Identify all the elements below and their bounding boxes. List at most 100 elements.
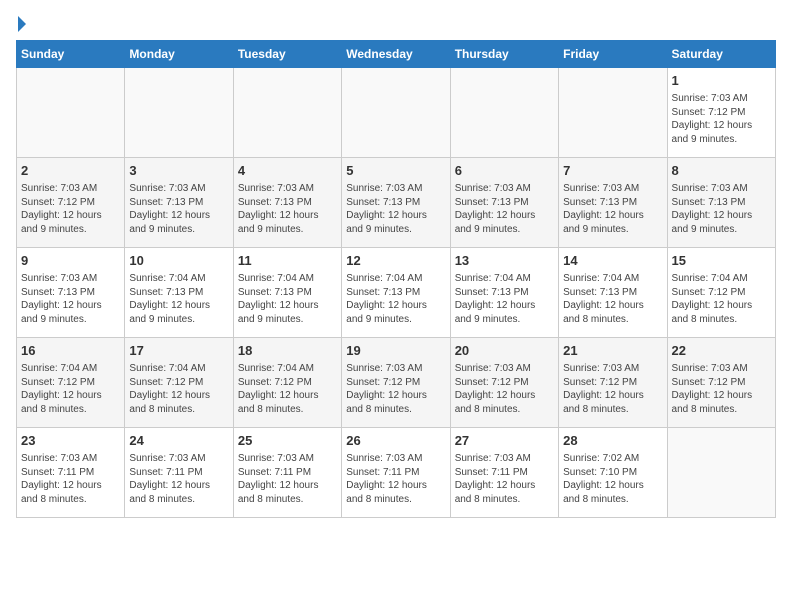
calendar-cell: 26 Sunrise: 7:03 AM Sunset: 7:11 PM Dayli… bbox=[342, 428, 450, 518]
calendar-cell: 23 Sunrise: 7:03 AM Sunset: 7:11 PM Dayli… bbox=[17, 428, 125, 518]
logo bbox=[16, 16, 26, 32]
day-number: 16 bbox=[21, 342, 120, 360]
calendar-cell: 6 Sunrise: 7:03 AM Sunset: 7:13 PM Daylig… bbox=[450, 158, 558, 248]
day-info: Sunrise: 7:04 AM Sunset: 7:13 PM Dayligh… bbox=[563, 272, 662, 326]
day-number: 6 bbox=[455, 162, 554, 180]
calendar-table: SundayMondayTuesdayWednesdayThursdayFrid… bbox=[16, 40, 776, 518]
logo-arrow-icon bbox=[18, 16, 26, 32]
day-number: 23 bbox=[21, 432, 120, 450]
day-info: Sunrise: 7:03 AM Sunset: 7:12 PM Dayligh… bbox=[672, 362, 771, 416]
calendar-cell: 2 Sunrise: 7:03 AM Sunset: 7:12 PM Daylig… bbox=[17, 158, 125, 248]
day-number: 5 bbox=[346, 162, 445, 180]
day-number: 18 bbox=[238, 342, 337, 360]
calendar-week-row: 23 Sunrise: 7:03 AM Sunset: 7:11 PM Dayli… bbox=[17, 428, 776, 518]
day-info: Sunrise: 7:04 AM Sunset: 7:13 PM Dayligh… bbox=[455, 272, 554, 326]
day-info: Sunrise: 7:03 AM Sunset: 7:13 PM Dayligh… bbox=[455, 182, 554, 236]
calendar-cell: 15 Sunrise: 7:04 AM Sunset: 7:12 PM Dayli… bbox=[667, 248, 775, 338]
calendar-cell bbox=[559, 68, 667, 158]
calendar-cell: 4 Sunrise: 7:03 AM Sunset: 7:13 PM Daylig… bbox=[233, 158, 341, 248]
day-info: Sunrise: 7:03 AM Sunset: 7:11 PM Dayligh… bbox=[129, 452, 228, 506]
day-info: Sunrise: 7:03 AM Sunset: 7:13 PM Dayligh… bbox=[672, 182, 771, 236]
day-number: 8 bbox=[672, 162, 771, 180]
calendar-cell bbox=[667, 428, 775, 518]
calendar-week-row: 2 Sunrise: 7:03 AM Sunset: 7:12 PM Daylig… bbox=[17, 158, 776, 248]
calendar-cell: 9 Sunrise: 7:03 AM Sunset: 7:13 PM Daylig… bbox=[17, 248, 125, 338]
calendar-header-row: SundayMondayTuesdayWednesdayThursdayFrid… bbox=[17, 41, 776, 68]
day-number: 15 bbox=[672, 252, 771, 270]
day-info: Sunrise: 7:03 AM Sunset: 7:12 PM Dayligh… bbox=[672, 92, 771, 146]
day-info: Sunrise: 7:04 AM Sunset: 7:13 PM Dayligh… bbox=[346, 272, 445, 326]
calendar-cell: 19 Sunrise: 7:03 AM Sunset: 7:12 PM Dayli… bbox=[342, 338, 450, 428]
day-number: 4 bbox=[238, 162, 337, 180]
header-monday: Monday bbox=[125, 41, 233, 68]
day-number: 25 bbox=[238, 432, 337, 450]
calendar-cell: 8 Sunrise: 7:03 AM Sunset: 7:13 PM Daylig… bbox=[667, 158, 775, 248]
day-number: 22 bbox=[672, 342, 771, 360]
calendar-cell bbox=[17, 68, 125, 158]
day-number: 10 bbox=[129, 252, 228, 270]
day-info: Sunrise: 7:04 AM Sunset: 7:12 PM Dayligh… bbox=[21, 362, 120, 416]
day-info: Sunrise: 7:03 AM Sunset: 7:13 PM Dayligh… bbox=[238, 182, 337, 236]
day-number: 3 bbox=[129, 162, 228, 180]
day-number: 13 bbox=[455, 252, 554, 270]
calendar-cell: 20 Sunrise: 7:03 AM Sunset: 7:12 PM Dayli… bbox=[450, 338, 558, 428]
day-number: 21 bbox=[563, 342, 662, 360]
calendar-cell: 28 Sunrise: 7:02 AM Sunset: 7:10 PM Dayli… bbox=[559, 428, 667, 518]
calendar-cell: 12 Sunrise: 7:04 AM Sunset: 7:13 PM Dayli… bbox=[342, 248, 450, 338]
calendar-week-row: 16 Sunrise: 7:04 AM Sunset: 7:12 PM Dayli… bbox=[17, 338, 776, 428]
day-info: Sunrise: 7:03 AM Sunset: 7:13 PM Dayligh… bbox=[563, 182, 662, 236]
header-saturday: Saturday bbox=[667, 41, 775, 68]
calendar-cell: 22 Sunrise: 7:03 AM Sunset: 7:12 PM Dayli… bbox=[667, 338, 775, 428]
page-header bbox=[16, 16, 776, 32]
calendar-cell: 11 Sunrise: 7:04 AM Sunset: 7:13 PM Dayli… bbox=[233, 248, 341, 338]
calendar-cell: 25Sunrise: 7:03 AM Sunset: 7:11 PM Dayli… bbox=[233, 428, 341, 518]
calendar-cell: 3 Sunrise: 7:03 AM Sunset: 7:13 PM Daylig… bbox=[125, 158, 233, 248]
calendar-cell bbox=[342, 68, 450, 158]
day-number: 26 bbox=[346, 432, 445, 450]
calendar-cell: 27 Sunrise: 7:03 AM Sunset: 7:11 PM Dayli… bbox=[450, 428, 558, 518]
calendar-cell bbox=[125, 68, 233, 158]
day-number: 17 bbox=[129, 342, 228, 360]
calendar-cell bbox=[233, 68, 341, 158]
day-info: Sunrise: 7:04 AM Sunset: 7:12 PM Dayligh… bbox=[672, 272, 771, 326]
day-number: 14 bbox=[563, 252, 662, 270]
day-number: 19 bbox=[346, 342, 445, 360]
calendar-cell: 16 Sunrise: 7:04 AM Sunset: 7:12 PM Dayli… bbox=[17, 338, 125, 428]
day-info: Sunrise: 7:03 AM Sunset: 7:11 PM Dayligh… bbox=[21, 452, 120, 506]
calendar-cell: 18 Sunrise: 7:04 AM Sunset: 7:12 PM Dayli… bbox=[233, 338, 341, 428]
day-info: Sunrise: 7:03 AM Sunset: 7:12 PM Dayligh… bbox=[455, 362, 554, 416]
day-info: Sunrise: 7:03 AM Sunset: 7:11 PM Dayligh… bbox=[455, 452, 554, 506]
day-info: Sunrise: 7:04 AM Sunset: 7:12 PM Dayligh… bbox=[238, 362, 337, 416]
calendar-cell: 13 Sunrise: 7:04 AM Sunset: 7:13 PM Dayli… bbox=[450, 248, 558, 338]
day-info: Sunrise: 7:04 AM Sunset: 7:12 PM Dayligh… bbox=[129, 362, 228, 416]
day-number: 24 bbox=[129, 432, 228, 450]
calendar-cell: 1 Sunrise: 7:03 AM Sunset: 7:12 PM Daylig… bbox=[667, 68, 775, 158]
day-number: 12 bbox=[346, 252, 445, 270]
day-info: Sunrise: 7:03 AM Sunset: 7:13 PM Dayligh… bbox=[129, 182, 228, 236]
header-sunday: Sunday bbox=[17, 41, 125, 68]
day-info: Sunrise: 7:03 AM Sunset: 7:13 PM Dayligh… bbox=[21, 272, 120, 326]
day-info: Sunrise: 7:03 AM Sunset: 7:11 PM Dayligh… bbox=[346, 452, 445, 506]
day-info: Sunrise: 7:03 AM Sunset: 7:12 PM Dayligh… bbox=[563, 362, 662, 416]
day-number: 20 bbox=[455, 342, 554, 360]
day-number: 9 bbox=[21, 252, 120, 270]
day-number: 11 bbox=[238, 252, 337, 270]
day-number: 1 bbox=[672, 72, 771, 90]
day-info: Sunrise: 7:04 AM Sunset: 7:13 PM Dayligh… bbox=[129, 272, 228, 326]
calendar-cell: 14 Sunrise: 7:04 AM Sunset: 7:13 PM Dayli… bbox=[559, 248, 667, 338]
header-friday: Friday bbox=[559, 41, 667, 68]
day-number: 2 bbox=[21, 162, 120, 180]
calendar-cell: 5 Sunrise: 7:03 AM Sunset: 7:13 PM Daylig… bbox=[342, 158, 450, 248]
calendar-cell: 10 Sunrise: 7:04 AM Sunset: 7:13 PM Dayli… bbox=[125, 248, 233, 338]
day-info: Sunrise: 7:03 AM Sunset: 7:12 PM Dayligh… bbox=[21, 182, 120, 236]
day-info: Sunrise: 7:04 AM Sunset: 7:13 PM Dayligh… bbox=[238, 272, 337, 326]
day-info: Sunrise: 7:03 AM Sunset: 7:12 PM Dayligh… bbox=[346, 362, 445, 416]
header-thursday: Thursday bbox=[450, 41, 558, 68]
calendar-cell: 7Sunrise: 7:03 AM Sunset: 7:13 PM Daylig… bbox=[559, 158, 667, 248]
day-info: Sunrise: 7:03 AM Sunset: 7:13 PM Dayligh… bbox=[346, 182, 445, 236]
day-info: Sunrise: 7:02 AM Sunset: 7:10 PM Dayligh… bbox=[563, 452, 662, 506]
day-number: 28 bbox=[563, 432, 662, 450]
calendar-week-row: 1 Sunrise: 7:03 AM Sunset: 7:12 PM Daylig… bbox=[17, 68, 776, 158]
day-number: 27 bbox=[455, 432, 554, 450]
header-tuesday: Tuesday bbox=[233, 41, 341, 68]
